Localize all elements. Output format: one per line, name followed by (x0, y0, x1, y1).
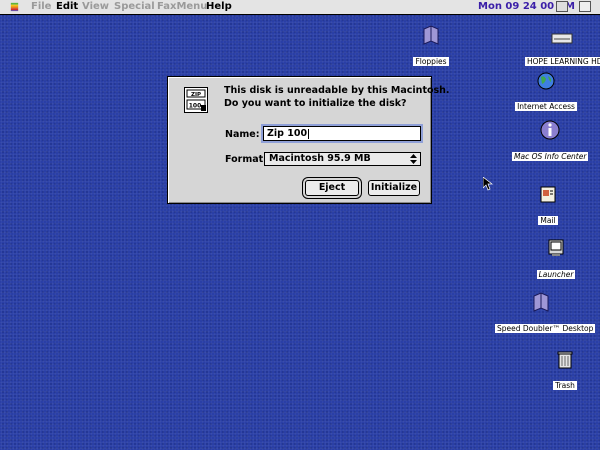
disk-label-top: ZIP (191, 92, 201, 98)
menu-edit[interactable]: Edit (56, 0, 78, 14)
trash-icon (557, 351, 573, 369)
menu-bar: File Edit View Special FaxMenu Help Mon … (0, 0, 600, 15)
popup-arrows-icon (410, 154, 417, 164)
info-icon (540, 120, 560, 140)
internet-access-item[interactable]: Internet Access (515, 72, 577, 113)
mail-label: Mail (538, 216, 558, 225)
mouse-pointer-icon (483, 177, 493, 191)
floppies-label: Floppies (413, 57, 449, 66)
hard-disk-icon-item[interactable]: HOPE LEARNING HD (525, 30, 600, 68)
initialize-button[interactable]: Initialize (368, 180, 420, 196)
disk-label-bottom: 100 (189, 103, 202, 110)
internet-access-label: Internet Access (515, 102, 577, 111)
folder-icon (423, 25, 439, 45)
control-strip-icon[interactable] (556, 1, 568, 12)
text-caret (308, 128, 310, 139)
format-popup[interactable]: Macintosh 95.9 MB (264, 152, 421, 166)
zip-disk-icon: ZIP 100 (184, 87, 208, 113)
format-value: Macintosh 95.9 MB (269, 153, 371, 164)
name-label: Name: (225, 129, 260, 140)
initialize-disk-dialog: ZIP 100 This disk is unreadable by this … (167, 76, 450, 204)
launcher-icon (548, 239, 564, 256)
menu-view[interactable]: View (82, 0, 109, 14)
menu-file[interactable]: File (31, 0, 51, 14)
format-label: Format: (225, 154, 267, 165)
dialog-message-line2: Do you want to initialize the disk? (224, 98, 407, 109)
menu-help[interactable]: Help (206, 0, 232, 14)
mail-item[interactable]: Mail (528, 184, 568, 227)
name-value: Zip 100 (267, 128, 308, 139)
menu-faxmenu[interactable]: FaxMenu (157, 0, 207, 14)
finder-app-icon[interactable] (579, 1, 591, 12)
eject-button[interactable]: Eject (305, 180, 359, 196)
trash-label: Trash (553, 381, 577, 390)
hard-disk-icon (551, 33, 573, 44)
speed-doubler-label: Speed Doubler™ Desktop (495, 324, 596, 333)
launcher-label: Launcher (536, 270, 576, 279)
internet-globe-icon (537, 72, 555, 90)
info-center-item[interactable]: Mac OS Info Center (512, 120, 589, 163)
name-field[interactable]: Zip 100 (263, 126, 421, 141)
apple-menu-icon[interactable] (9, 1, 20, 12)
hard-disk-label: HOPE LEARNING HD (525, 57, 600, 66)
floppies-folder[interactable]: Floppies (405, 25, 457, 68)
launcher-item[interactable]: Launcher (528, 238, 584, 281)
speed-doubler-item[interactable]: Speed Doubler™ Desktop (495, 292, 596, 335)
trash-item[interactable]: Trash (545, 349, 585, 392)
info-center-label: Mac OS Info Center (512, 152, 589, 161)
menu-special[interactable]: Special (114, 0, 155, 14)
mail-icon (540, 186, 556, 203)
dialog-message-line1: This disk is unreadable by this Macintos… (224, 85, 450, 96)
folder-icon (533, 292, 549, 312)
